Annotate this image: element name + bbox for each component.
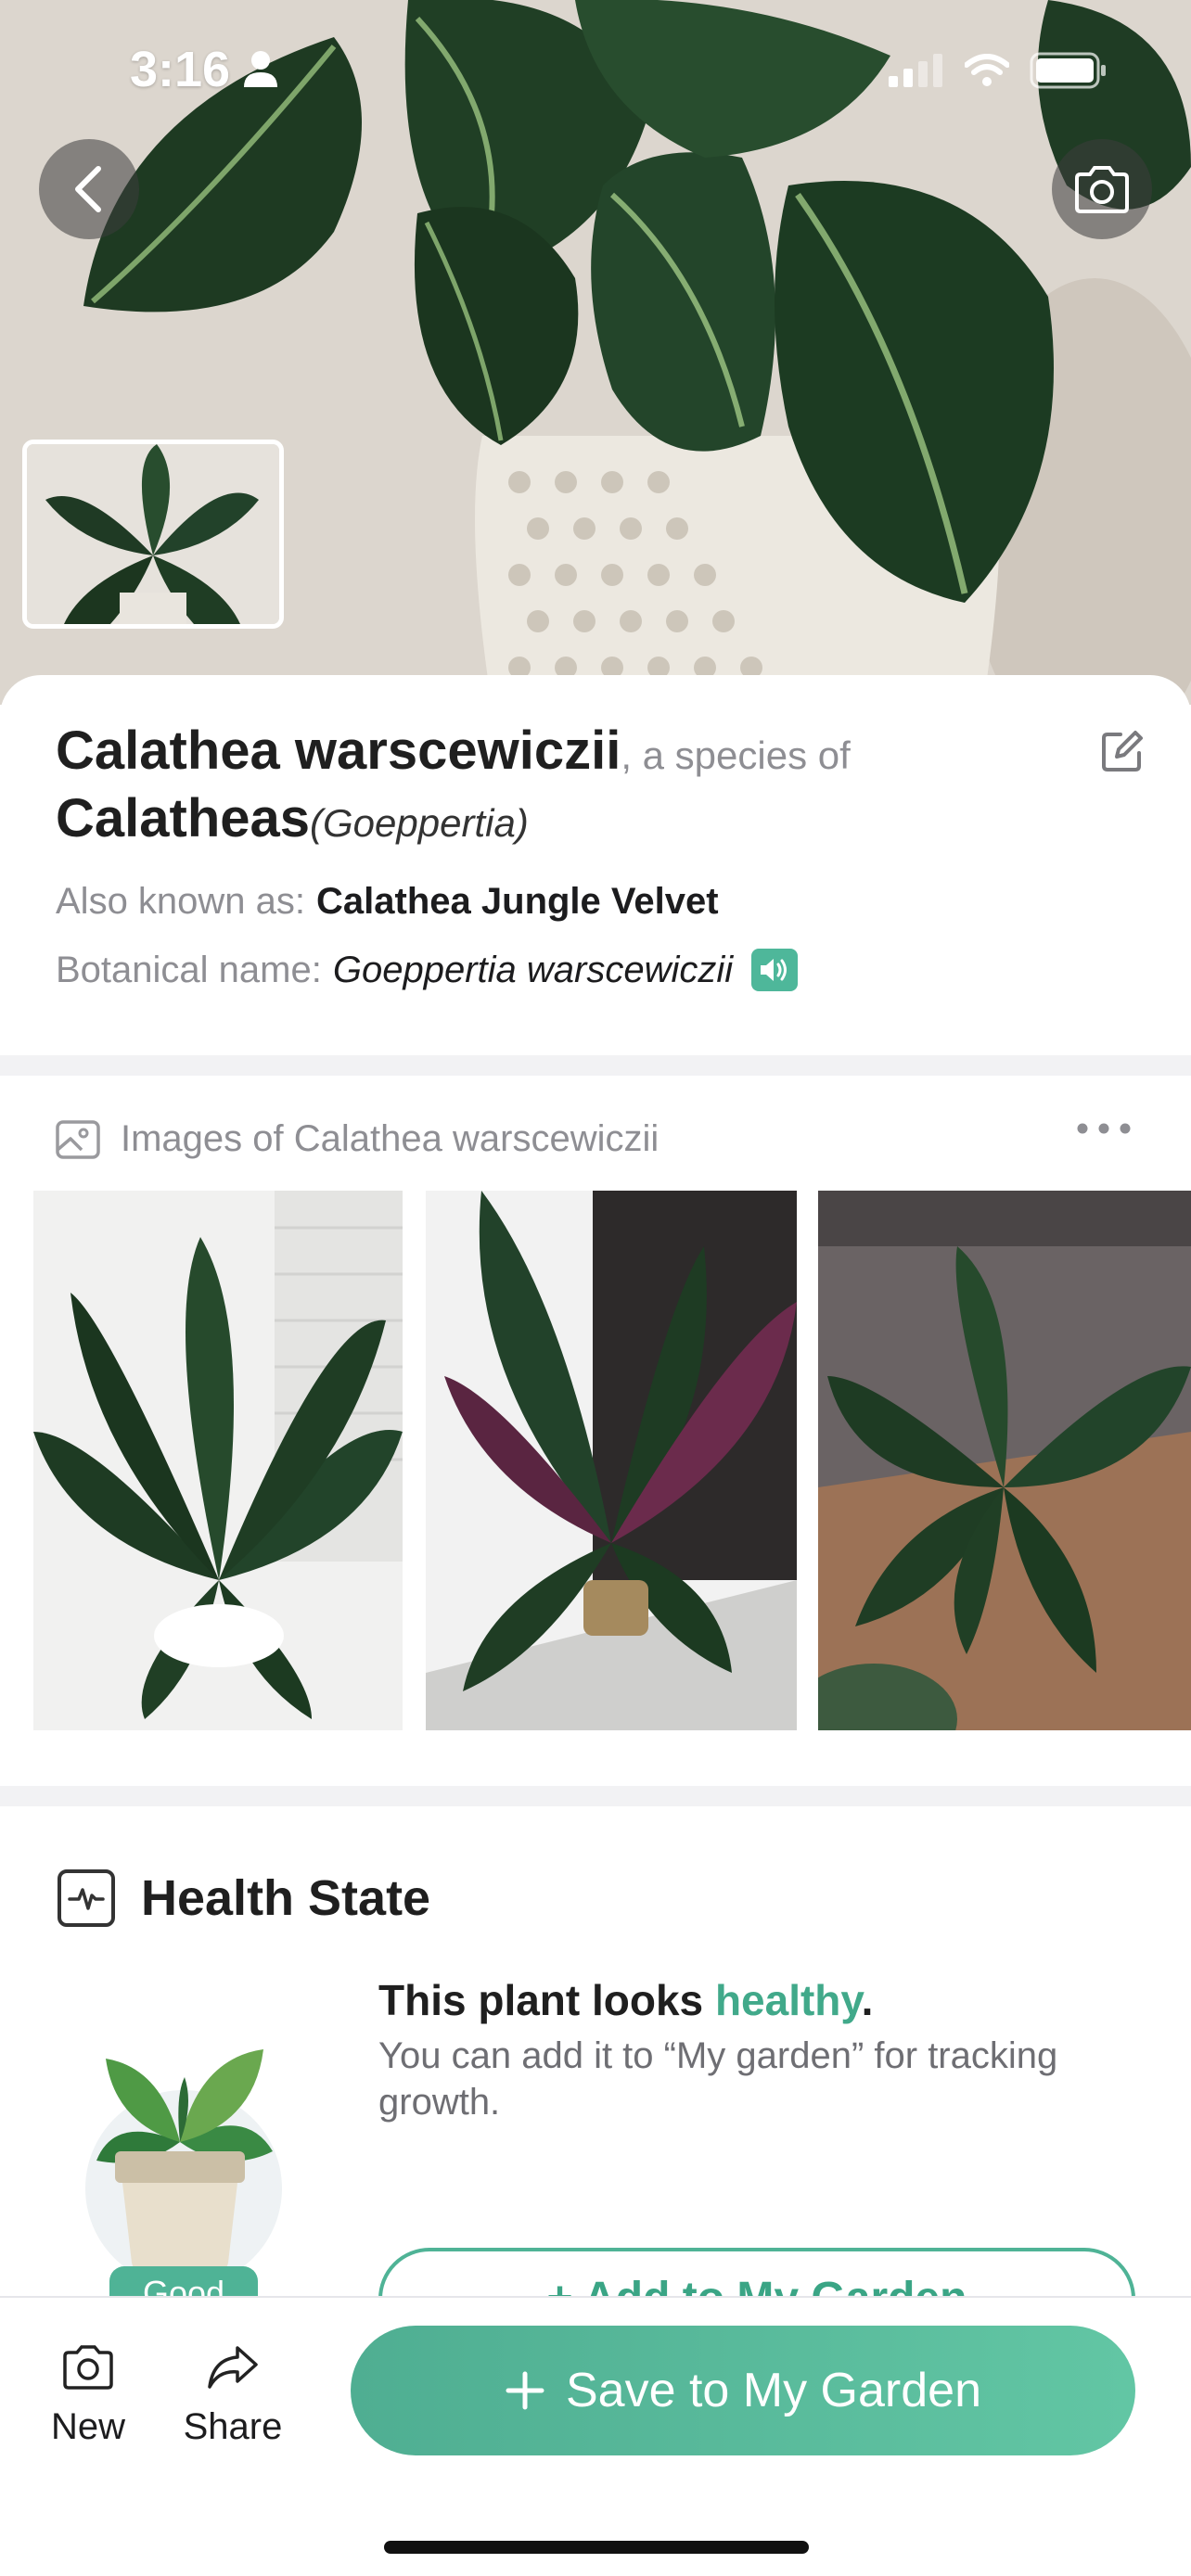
more-options-button[interactable]	[1076, 1122, 1132, 1140]
gallery-icon	[56, 1119, 100, 1159]
also-known-label: Also known as:	[56, 881, 306, 922]
plant-image-1[interactable]	[33, 1191, 403, 1730]
home-indicator	[384, 2541, 809, 2554]
plant-info-card: Calathea warscewiczii, a species of Cala…	[0, 675, 1191, 1055]
botanical-name-value: Goeppertia warscewiczii	[332, 949, 734, 990]
health-headline-prefix: This plant looks	[378, 1976, 715, 2024]
bottom-action-bar: New Share Save to My Garden	[0, 2296, 1191, 2576]
wifi-icon	[965, 54, 1009, 86]
back-button[interactable]	[39, 139, 139, 239]
plant-image-2[interactable]	[426, 1191, 797, 1730]
share-button-label: Share	[183, 2406, 283, 2447]
pulse-icon	[58, 1869, 115, 1927]
health-status-word: healthy	[714, 1976, 862, 2024]
save-to-garden-button[interactable]: Save to My Garden	[351, 2326, 1135, 2455]
status-icons	[889, 52, 1108, 89]
speaker-icon	[761, 959, 788, 981]
genus-common-name[interactable]: Calatheas	[56, 788, 310, 848]
plant-image-3[interactable]	[818, 1191, 1191, 1730]
plant-title: Calathea warscewiczii, a species of Cala…	[56, 720, 1135, 855]
new-button[interactable]: New	[19, 2344, 158, 2448]
more-dots-icon	[1077, 1123, 1131, 1134]
pulse-line	[68, 1888, 105, 1910]
healthy-plant-art	[85, 2049, 282, 2287]
chevron-left-icon	[75, 166, 101, 212]
camera-icon	[63, 2345, 113, 2390]
species-connector: , a species of	[621, 733, 851, 777]
plant-image-3-art	[818, 1191, 1191, 1730]
plus-icon	[506, 2371, 544, 2410]
botanical-name-row: Botanical name: Goeppertia warscewiczii	[56, 949, 1135, 991]
share-button[interactable]: Share	[163, 2344, 302, 2448]
thumbnail-image	[27, 444, 279, 624]
battery-icon	[1030, 52, 1106, 89]
camera-icon	[1075, 166, 1129, 213]
also-known-row: Also known as: Calathea Jungle Velvet	[56, 881, 1135, 923]
plant-image-1-art	[33, 1191, 403, 1730]
photo-thumbnail[interactable]	[22, 440, 284, 629]
images-section-title: Images of Calathea warscewiczii	[121, 1118, 660, 1159]
pronounce-button[interactable]	[751, 949, 799, 991]
plant-image-2-art	[426, 1191, 797, 1730]
section-divider	[0, 1055, 1191, 1076]
genus-scientific-name: (Goeppertia)	[310, 801, 529, 845]
status-bar: 3:16	[0, 0, 1191, 139]
health-headline: This plant looks healthy.	[378, 1975, 1139, 2025]
person-icon	[244, 51, 277, 87]
camera-button[interactable]	[1052, 139, 1152, 239]
share-icon	[208, 2346, 258, 2389]
health-summary: This plant looks healthy. You can add it…	[378, 1975, 1139, 2125]
plant-common-name: Calathea warscewiczii	[56, 721, 621, 781]
section-divider-2	[0, 1786, 1191, 1806]
images-section-header: Images of Calathea warscewiczii	[56, 1118, 659, 1160]
hero-photo: 3:16	[0, 0, 1191, 705]
botanical-name-label: Botanical name:	[56, 949, 322, 990]
health-section-header: Health State	[58, 1869, 430, 1927]
also-known-value: Calathea Jungle Velvet	[316, 881, 719, 922]
health-title: Health State	[141, 1870, 431, 1926]
new-button-label: New	[50, 2406, 126, 2447]
save-button-label: Save to My Garden	[566, 2364, 981, 2417]
signal-icon	[889, 54, 942, 87]
edit-button[interactable]	[1100, 729, 1145, 778]
healthy-plant-illustration	[78, 2003, 301, 2300]
edit-icon	[1102, 731, 1143, 772]
status-time: 3:16	[130, 42, 231, 97]
health-headline-suffix: .	[861, 1976, 874, 2024]
health-description: You can add it to “My garden” for tracki…	[378, 2035, 1058, 2123]
